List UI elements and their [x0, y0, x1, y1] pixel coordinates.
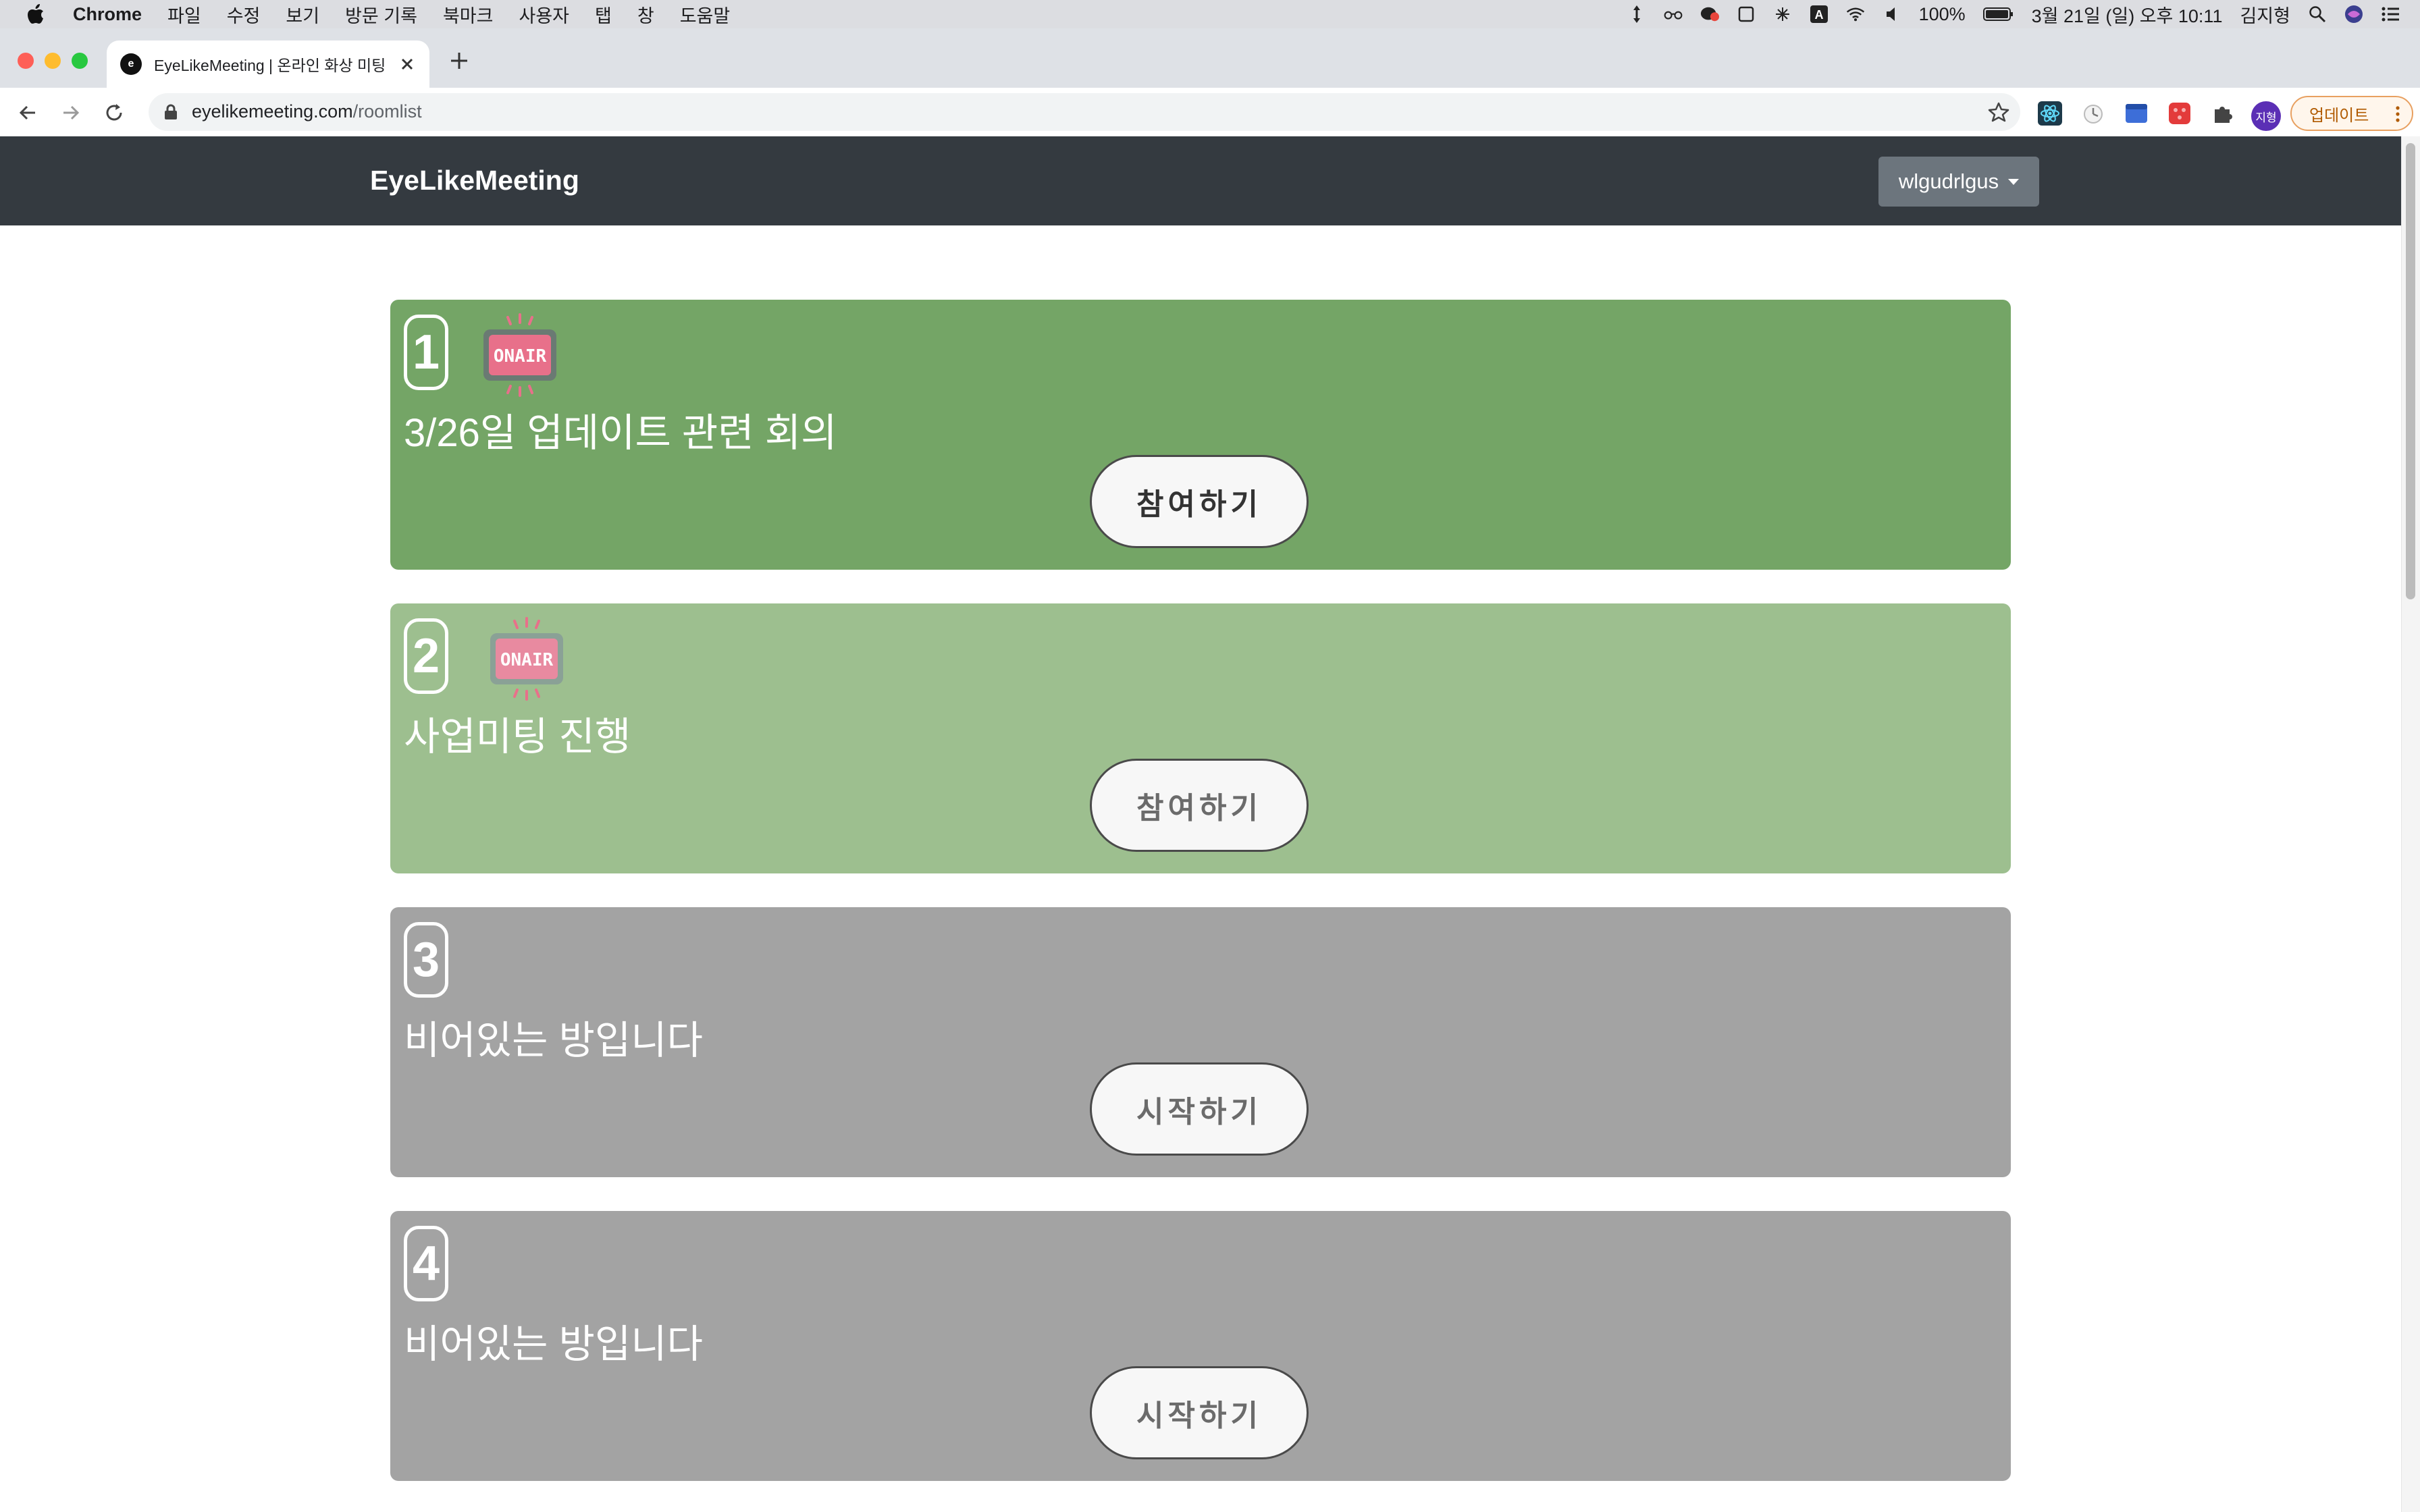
- reload-icon[interactable]: [103, 101, 126, 124]
- menu-view[interactable]: 보기: [286, 1, 319, 28]
- room-number-badge: 4: [404, 1226, 448, 1301]
- back-arrow-icon[interactable]: [16, 101, 39, 124]
- address-bar[interactable]: eyelikemeeting.com/roomlist: [149, 93, 2020, 131]
- web-page: EyeLikeMeeting wlgudrlgus 1 ONAIR 3/26일 …: [0, 136, 2420, 1512]
- window-close-button[interactable]: [18, 53, 34, 69]
- macos-menu-bar: Chrome 파일 수정 보기 방문 기록 북마크 사용자 탭 창 도움말 A: [0, 0, 2420, 28]
- room-card-1: 1 ONAIR 3/26일 업데이트 관련 회의 참여하기: [390, 300, 2011, 570]
- menu-edit[interactable]: 수정: [227, 1, 261, 28]
- calendar-extension-icon[interactable]: [2124, 101, 2149, 126]
- menu-tab[interactable]: 탭: [595, 1, 612, 28]
- site-navbar: EyeLikeMeeting wlgudrlgus: [0, 136, 2401, 225]
- spotlight-search-icon[interactable]: [2308, 5, 2327, 24]
- browser-tab-active[interactable]: e EyeLikeMeeting | 온라인 화상 미팅: [107, 40, 429, 88]
- wifi-icon[interactable]: [1846, 5, 1865, 24]
- caret-down-icon: [2008, 178, 2020, 185]
- room-card-4: 4 비어있는 방입니다 시작하기: [390, 1211, 2011, 1481]
- window-minimize-button[interactable]: [45, 53, 61, 69]
- clock[interactable]: 3월 21일 (일) 오후 10:11: [2032, 1, 2223, 28]
- menubar-status-area: A 100% 3월 21일 (일) 오후 10:11 김지형: [1627, 0, 2400, 28]
- menu-window[interactable]: 창: [637, 1, 654, 28]
- menu-app-name[interactable]: Chrome: [73, 4, 142, 25]
- window-zoom-button[interactable]: [72, 53, 88, 69]
- room-card-3: 3 비어있는 방입니다 시작하기: [390, 907, 2011, 1177]
- svg-text:ONAIR: ONAIR: [500, 650, 554, 670]
- user-name[interactable]: 김지형: [2240, 1, 2290, 28]
- url-text[interactable]: eyelikemeeting.com/roomlist: [192, 101, 422, 122]
- start-button[interactable]: 시작하기: [1090, 1062, 1309, 1156]
- room-card-2: 2 ONAIR 사업미팅 진행 참여하기: [390, 603, 2011, 873]
- onair-sign-icon: ONAIR: [483, 616, 570, 702]
- control-center-icon[interactable]: [2381, 5, 2400, 24]
- room-number-badge: 1: [404, 315, 448, 390]
- join-button[interactable]: 참여하기: [1090, 455, 1309, 548]
- profile-avatar[interactable]: 지형: [2251, 101, 2281, 131]
- update-label: 업데이트: [2309, 106, 2369, 125]
- room-title: 3/26일 업데이트 관련 회의: [404, 411, 837, 455]
- room-number-badge: 2: [404, 618, 448, 694]
- tab-close-icon[interactable]: [398, 55, 416, 73]
- join-button[interactable]: 참여하기: [1090, 759, 1309, 852]
- lock-icon[interactable]: [163, 104, 178, 120]
- chrome-update-button[interactable]: 업데이트: [2290, 96, 2413, 131]
- new-tab-plus-icon[interactable]: [447, 49, 471, 73]
- battery-icon[interactable]: [1982, 5, 2014, 24]
- input-source-icon[interactable]: A: [1810, 5, 1829, 24]
- glasses-icon[interactable]: [1664, 5, 1683, 24]
- react-devtools-icon[interactable]: [2038, 101, 2062, 126]
- volume-icon[interactable]: [1883, 5, 1901, 24]
- extensions-puzzle-icon[interactable]: [2211, 101, 2235, 126]
- onair-sign-icon: ONAIR: [477, 312, 563, 398]
- browser-tab-strip: e EyeLikeMeeting | 온라인 화상 미팅: [0, 28, 2420, 88]
- site-brand[interactable]: EyeLikeMeeting: [370, 165, 579, 196]
- tab-title: EyeLikeMeeting | 온라인 화상 미팅: [154, 57, 386, 74]
- network-icon[interactable]: [1773, 5, 1792, 24]
- arrows-icon[interactable]: [1627, 5, 1646, 24]
- start-button[interactable]: 시작하기: [1090, 1366, 1309, 1459]
- apple-menu-icon[interactable]: [26, 3, 46, 26]
- timer-extension-icon[interactable]: [2081, 101, 2105, 126]
- svg-text:ONAIR: ONAIR: [494, 346, 547, 367]
- user-dropdown-button[interactable]: wlgudrlgus: [1878, 157, 2039, 207]
- red-extension-icon[interactable]: [2167, 101, 2192, 126]
- more-vert-icon: [2396, 105, 2400, 123]
- window-icon[interactable]: [1737, 5, 1756, 24]
- scrollbar-thumb[interactable]: [2406, 143, 2415, 599]
- username-label: wlgudrlgus: [1898, 169, 1999, 193]
- menu-history[interactable]: 방문 기록: [345, 1, 417, 28]
- url-path: /roomlist: [352, 101, 422, 122]
- menu-help[interactable]: 도움말: [680, 1, 731, 28]
- siri-icon[interactable]: [2344, 5, 2363, 24]
- room-title: 비어있는 방입니다: [404, 1019, 703, 1062]
- menu-profiles[interactable]: 사용자: [519, 1, 569, 28]
- room-number-badge: 3: [404, 922, 448, 998]
- browser-toolbar: eyelikemeeting.com/roomlist 지형 업데이트: [0, 88, 2420, 137]
- battery-percent: 100%: [1918, 3, 1966, 24]
- chat-notification-icon[interactable]: [1700, 5, 1719, 24]
- bookmark-star-icon[interactable]: [1988, 101, 2009, 123]
- url-host: eyelikemeeting.com: [192, 101, 353, 122]
- forward-arrow-icon[interactable]: [59, 101, 82, 124]
- site-favicon-icon: e: [120, 53, 142, 75]
- menu-bookmarks[interactable]: 북마크: [443, 1, 494, 28]
- page-scrollbar[interactable]: [2401, 136, 2420, 1512]
- svg-text:A: A: [1814, 8, 1823, 22]
- menu-file[interactable]: 파일: [167, 1, 201, 28]
- room-title: 비어있는 방입니다: [404, 1322, 703, 1366]
- room-title: 사업미팅 진행: [404, 715, 631, 759]
